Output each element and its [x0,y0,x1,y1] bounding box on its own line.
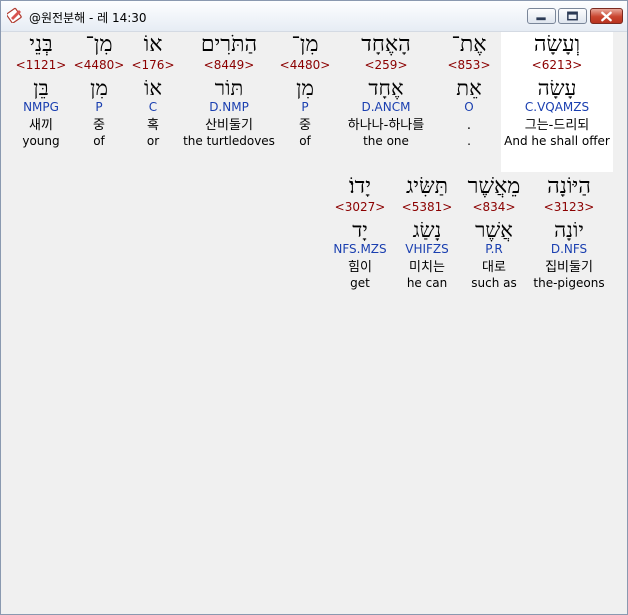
strong-number[interactable]: <3123> [527,200,611,214]
parse-code: P [301,100,309,114]
interlinear-area: וְעָשָׂה <6213> עָשָׂה C.VQAMZS 그는-드리되 A… [7,32,621,607]
title-bar[interactable]: @원전분해 - 레 14:30 [1,1,627,32]
lemma: אוֹ [144,76,162,100]
maximize-button[interactable] [558,8,587,24]
word-cell[interactable]: בְּנֵי <1121> בֵּן NMPG 새끼 young [15,32,67,148]
lemma: מִן [90,76,108,100]
word-cell[interactable]: הַתֹּרִים <8449> תּוֹר D.NMP 산비둘기 the tu… [179,32,279,148]
word-cell[interactable]: יָדוֹ׃ <3027> יָד NFS.MZS 힘이 get [329,174,391,290]
word-cell[interactable]: הָאֶחָד <259> אֶחָד D.ANCM 하나나-하나를 the o… [333,32,439,148]
korean-gloss: 중 [93,118,105,133]
korean-gloss: 그는-드리되 [524,118,590,133]
parse-code: NFS.MZS [333,242,387,256]
hebrew-word: מֵאֲשֶׁר [467,174,521,199]
korean-gloss: 산비둘기 [205,118,253,133]
hebrew-word: תַּשִּׂיג [405,174,449,199]
word-cell[interactable]: הַיּוֹנָה <3123> יוֹנָה D.NFS 집비둘기 the-p… [527,174,611,290]
parse-code: P [95,100,103,114]
hebrew-word: הָאֶחָד [361,32,411,57]
lemma: יָד [352,218,368,242]
korean-gloss: 새끼 [29,118,53,133]
lemma: מִן [296,76,314,100]
window-title: @원전분해 - 레 14:30 [29,11,147,25]
minimize-button[interactable] [527,8,556,24]
english-gloss: of [93,134,105,148]
maximize-icon [567,11,578,21]
english-gloss: the-pigeons [533,276,605,290]
english-gloss: the one [363,134,409,148]
lemma: בֵּן [33,76,49,100]
strong-number[interactable]: <6213> [501,58,613,72]
word-cell[interactable]: מִן־ <4480> מִן P 중 of [73,32,125,148]
english-gloss: get [350,276,370,290]
hebrew-word: אוֹ [143,32,163,57]
parse-code: C.VQAMZS [524,100,590,114]
korean-gloss: . [466,118,472,133]
hebrew-word: מִן־ [291,32,319,57]
hebrew-word: יָדוֹ׃ [349,174,371,199]
strong-number[interactable]: <5381> [399,200,455,214]
korean-gloss: 하나나-하나를 [347,118,425,133]
english-gloss: such as [471,276,517,290]
lemma: אֶחָד [368,76,404,100]
english-gloss: And he shall offer [504,134,610,148]
lemma: יוֹנָה [554,218,584,242]
lemma: עָשָׂה [537,76,577,100]
strong-number[interactable]: <259> [333,58,439,72]
parse-code: O [464,100,474,114]
korean-gloss: 혹 [147,118,159,133]
hebrew-word: בְּנֵי [29,32,53,57]
korean-gloss: 대로 [482,260,506,275]
english-gloss: the turtledoves [183,134,275,148]
parse-code: VHIFZS [405,242,449,256]
hebrew-word: הַיּוֹנָה [547,174,591,199]
word-cell[interactable]: אוֹ <176> אוֹ C 혹 or [129,32,177,148]
english-gloss: he can [406,276,448,290]
strong-number[interactable]: <4480> [277,58,333,72]
hebrew-word: אֶת־ [451,32,487,57]
strong-number[interactable]: <834> [461,200,527,214]
lemma: אֵת [456,76,482,100]
word-cell[interactable]: מִן־ <4480> מִן P 중 of [277,32,333,148]
strong-number[interactable]: <176> [129,58,177,72]
lemma: נָשַׂג [412,218,442,242]
strong-number[interactable]: <8449> [179,58,279,72]
hebrew-word: וְעָשָׂה [533,32,581,57]
parse-code: P.R [485,242,503,256]
app-icon [7,7,22,23]
parse-code: C [148,100,158,114]
korean-gloss: 중 [299,118,311,133]
hebrew-word: הַתֹּרִים [200,32,258,57]
english-gloss: young [22,134,60,148]
parse-code: NMPG [23,100,59,114]
word-cell[interactable]: אֶת־ <853> אֵת O . . [439,32,499,148]
korean-gloss: 미치는 [409,260,445,275]
strong-number[interactable]: <4480> [73,58,125,72]
minimize-icon [536,17,546,21]
lemma: תּוֹר [214,76,244,100]
word-cell[interactable]: וְעָשָׂה <6213> עָשָׂה C.VQAMZS 그는-드리되 A… [501,32,613,148]
parse-code: D.NFS [550,242,588,256]
strong-number[interactable]: <3027> [329,200,391,214]
strong-number[interactable]: <853> [439,58,499,72]
korean-gloss: 힘이 [348,260,372,275]
strong-number[interactable]: <1121> [15,58,67,72]
close-button[interactable] [590,8,623,24]
lemma: אֲשֶׁר [475,218,513,242]
parse-code: D.ANCM [361,100,411,114]
english-gloss: . [467,134,471,148]
analysis-window: @원전분해 - 레 14:30 וְעָשָׂה <6213> עָשָׂה C… [0,0,628,615]
english-gloss: of [299,134,311,148]
english-gloss: or [146,134,160,148]
parse-code: D.NMP [209,100,249,114]
word-cell[interactable]: מֵאֲשֶׁר <834> אֲשֶׁר P.R 대로 such as [461,174,527,290]
word-cell[interactable]: תַּשִּׂיג <5381> נָשַׂג VHIFZS 미치는 he ca… [399,174,455,290]
hebrew-word: מִן־ [85,32,113,57]
korean-gloss: 집비둘기 [545,260,593,275]
close-icon [601,11,612,22]
